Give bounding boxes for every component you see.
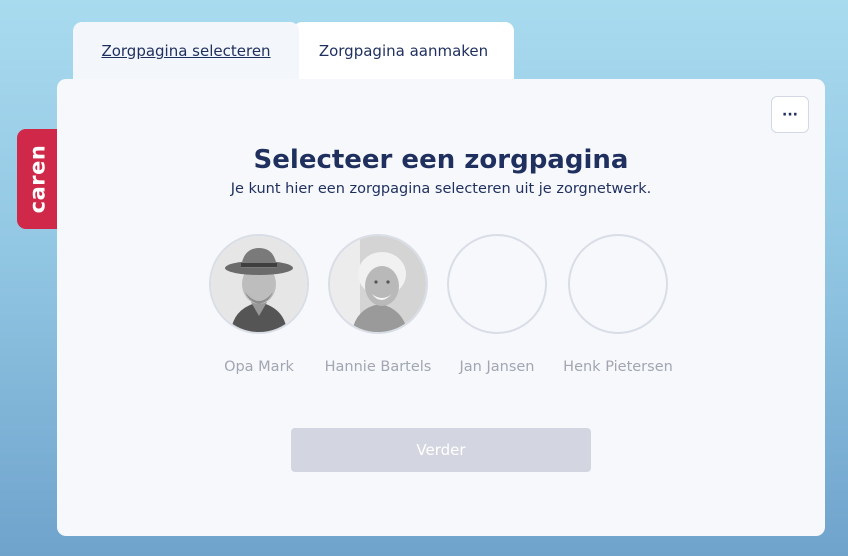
caren-logo-tab: caren [17, 129, 57, 229]
person-henk-pietersen[interactable]: Henk Pietersen [548, 234, 688, 375]
person-jan-jansen[interactable]: Jan Jansen [427, 234, 567, 375]
more-options-button[interactable]: ··· [771, 96, 809, 133]
tab-create-label: Zorgpagina aanmaken [318, 42, 489, 60]
page-subtitle: Je kunt hier een zorgpagina selecteren u… [230, 181, 652, 197]
tab-create-care-page[interactable]: Zorgpagina aanmaken [293, 22, 514, 84]
avatar [447, 234, 547, 334]
avatar [209, 234, 309, 334]
page-title: Selecteer een zorgpagina [253, 145, 629, 175]
tab-select-label: Zorgpagina selecteren [101, 42, 271, 60]
person-name: Henk Pietersen [563, 359, 673, 375]
continue-button[interactable]: Verder [291, 428, 591, 472]
man-with-hat-photo-icon [211, 236, 307, 332]
avatar [568, 234, 668, 334]
avatar [328, 234, 428, 334]
brand-name: caren [25, 144, 50, 214]
tab-select-care-page[interactable]: Zorgpagina selecteren [73, 22, 299, 84]
selection-card: ··· Selecteer een zorgpagina Je kunt hie… [57, 79, 825, 536]
smiling-woman-photo-icon [330, 236, 426, 332]
person-name: Jan Jansen [459, 359, 535, 375]
ellipsis-icon: ··· [782, 106, 798, 123]
